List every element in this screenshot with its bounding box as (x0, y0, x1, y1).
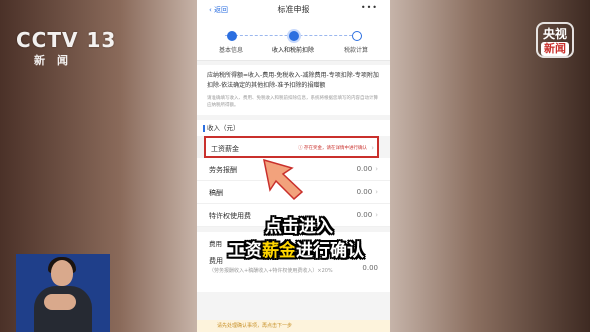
formula-text: 应纳税所得额=收入-费用-免税收入-减除费用-专项扣除-专项附加扣除-依法确定的… (197, 65, 390, 95)
interpreter-head (51, 260, 73, 286)
chevron-right-icon: › (375, 165, 378, 173)
salary-row[interactable]: 工资薪金 ⓘ 存在奖金，请在详情中进行确认 › (204, 136, 379, 158)
row-value-text: 0.00 (356, 211, 373, 219)
cctv13-logo-top: CCTV 13 (16, 28, 117, 52)
chevron-right-icon: › (371, 144, 374, 152)
step-indicator: 基本信息 收入和税前扣除 税款计算 (197, 20, 390, 61)
row-label: 稿酬 (209, 189, 223, 197)
cctv13-logo: CCTV 13 新闻 (16, 28, 116, 68)
yangshi-logo-bottom: 新闻 (541, 42, 569, 56)
row-label: 特许权使用费 (209, 212, 251, 220)
notice-bar: 请先处理确认事项，再点击下一步 (197, 320, 390, 332)
yangshi-news-logo: 央视 新闻 (536, 22, 574, 58)
step-label-1: 基本信息 (218, 47, 243, 54)
step-dot-2 (289, 31, 299, 41)
interpreter-hands (44, 294, 76, 310)
step-dot-3 (352, 31, 362, 41)
more-icon[interactable]: ••• (361, 3, 378, 12)
income-section-title: 收入（元） (197, 120, 390, 136)
step-label-3: 税款计算 (343, 47, 368, 54)
row-value: 0.00 › (357, 211, 378, 219)
caption-line-2: 工资薪金进行确认 (228, 236, 364, 261)
step-dot-1 (227, 31, 237, 41)
row-value-text: 0.00 (356, 188, 373, 196)
cost-value: 0.00 (362, 264, 378, 272)
chevron-right-icon: › (375, 188, 378, 196)
nav-bar: ‹ 返回 标准申报 ••• (197, 0, 390, 20)
cost-formula: （劳务报酬收入+稿酬收入+特许权使用费收入）×20% (209, 268, 333, 274)
row-value: 0.00 › (357, 165, 378, 173)
step-label-2: 收入和税前扣除 (271, 47, 314, 54)
row-value: 0.00 › (357, 188, 378, 196)
cctv13-logo-bottom: 新闻 (34, 54, 80, 67)
caption-pre: 工资 (228, 241, 262, 261)
salary-label: 工资薪金 (211, 145, 239, 153)
row-value-text: 0.00 (356, 165, 373, 173)
salary-note: ⓘ 存在奖金，请在详情中进行确认 (298, 146, 367, 151)
caption-post: 进行确认 (296, 241, 364, 261)
sign-language-interpreter (16, 254, 110, 332)
salary-note-text: 存在奖金，请在详情中进行确认 (304, 146, 367, 151)
chevron-right-icon: › (375, 211, 378, 219)
yangshi-logo-top: 央视 (542, 27, 567, 41)
caption-highlight: 薪金 (262, 241, 296, 261)
caption-line-1: 点击进入 (265, 217, 333, 237)
row-label: 劳务报酬 (209, 166, 237, 174)
pointer-arrow-icon (263, 158, 304, 201)
hint-text: 请准确填写收入、费用、免税收入和税前扣除信息，系统将根据您填写的内容自动计算应纳… (197, 95, 390, 115)
